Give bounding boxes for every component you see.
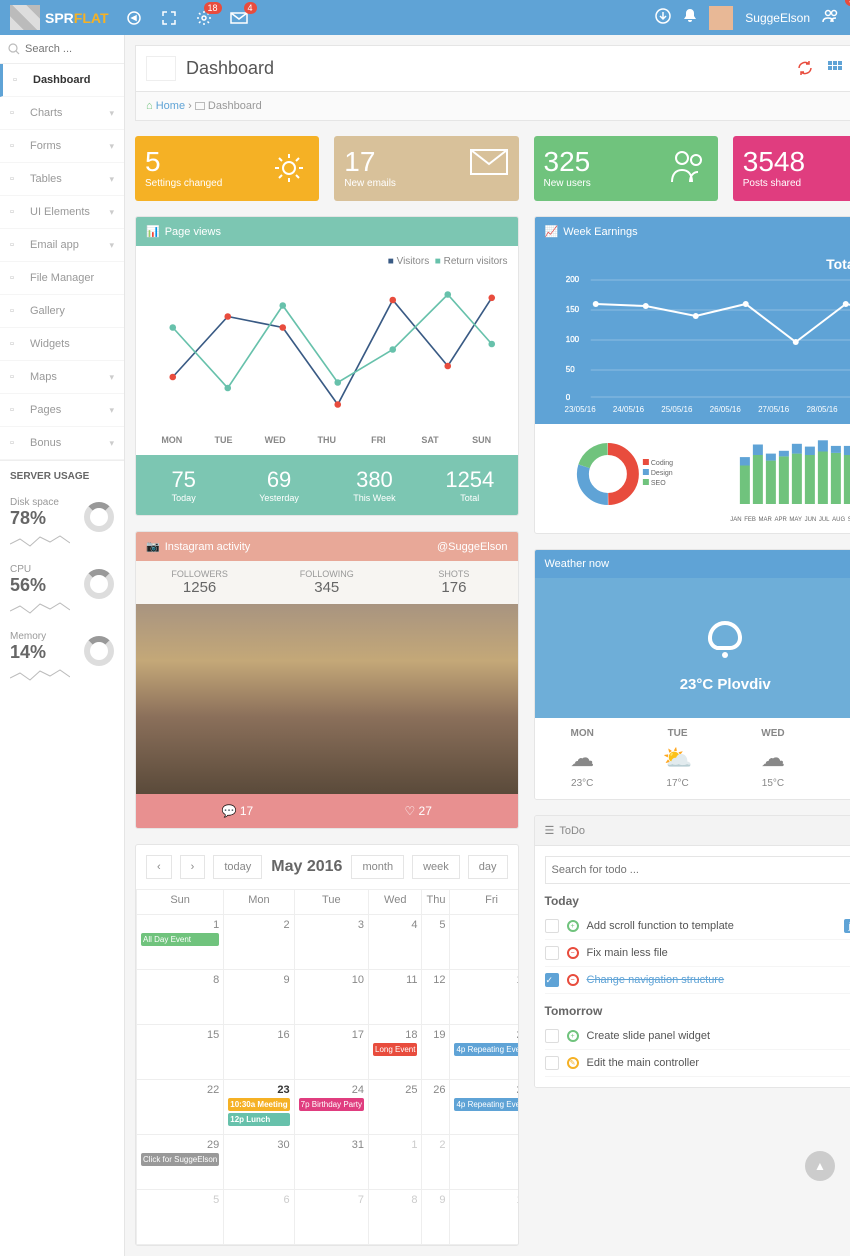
todo-item[interactable]: ✓−Change navigation structurehtml× xyxy=(545,967,850,994)
nav-gallery[interactable]: ▫Gallery xyxy=(0,295,124,328)
refresh-icon[interactable] xyxy=(796,59,816,79)
sidebar: ▫Dashboard▫Charts▾▫Forms▾▫Tables▾▫UI Ele… xyxy=(0,35,125,1256)
server-usage-head: SERVER USAGE xyxy=(0,460,124,492)
nav-tables[interactable]: ▫Tables▾ xyxy=(0,163,124,196)
todo-checkbox[interactable] xyxy=(545,1056,559,1070)
instagram-bar: 💬 17 ♡ 27 xyxy=(136,794,518,828)
donut-chart: Coding Design SEO xyxy=(545,434,721,523)
main-content: Dashboard ⌂ Home › Dashboard 5Settings c… xyxy=(125,35,850,1256)
svg-text:150: 150 xyxy=(565,305,579,314)
calendar-panel: ‹ › today May 2016 month week day SunMon… xyxy=(135,844,519,1246)
avatar[interactable] xyxy=(709,6,733,30)
weather-day: TUE⛅17°C xyxy=(630,718,725,799)
todo-search-input[interactable] xyxy=(545,856,850,884)
calendar-grid[interactable]: SunMonTueWedThuFriSat 1All Day Event2345… xyxy=(136,889,519,1245)
nav-bonus[interactable]: ▫Bonus▾ xyxy=(0,427,124,460)
nav-pages[interactable]: ▫Pages▾ xyxy=(0,394,124,427)
todo-checkbox[interactable] xyxy=(545,919,559,933)
tile-new-emails[interactable]: 17New emails xyxy=(334,136,518,201)
earnings-chart: 200 150 100 50 0 xyxy=(545,272,850,402)
nav-widgets[interactable]: ▫Widgets xyxy=(0,328,124,361)
nav-email-app[interactable]: ▫Email app▾ xyxy=(0,229,124,262)
username[interactable]: SuggeElson xyxy=(745,11,810,25)
weather-panel: Weather now 23°C Plovdiv MON☁23°CTUE⛅17°… xyxy=(534,549,850,800)
search-input[interactable] xyxy=(25,43,105,55)
logo-icon xyxy=(10,5,40,30)
friends-icon[interactable]: 3 xyxy=(822,9,840,26)
collapse-icon[interactable] xyxy=(124,8,144,28)
crumb-home[interactable]: Home xyxy=(156,100,185,112)
page-icon xyxy=(146,56,176,81)
instagram-panel: 📷Instagram activity@SuggeElson FOLLOWERS… xyxy=(135,531,519,829)
weather-day: THU⛅18°C xyxy=(821,718,850,799)
instagram-photo xyxy=(136,604,518,794)
svg-text:50: 50 xyxy=(565,365,574,374)
settings-icon[interactable]: 18 xyxy=(194,8,214,28)
search-box[interactable] xyxy=(0,35,124,64)
tile-posts-shared[interactable]: 3548Posts shared xyxy=(733,136,850,201)
page-header: Dashboard xyxy=(135,45,850,92)
bar-chart: JANFEBMARAPRMAYJUNJULAUGSEPOCTNOVDEC xyxy=(730,434,850,523)
comments-count[interactable]: 💬 17 xyxy=(222,804,254,818)
usage-cpu: CPU56% xyxy=(0,559,124,626)
page-title: Dashboard xyxy=(186,58,796,79)
todo-item[interactable]: ✎Edit the main controllerphp× xyxy=(545,1050,850,1077)
top-left-icons: 18 4 xyxy=(124,8,249,28)
nav-dashboard[interactable]: ▫Dashboard xyxy=(0,64,124,97)
earnings-panel: 📈Week Earnings Total: $1085 200 150 100 … xyxy=(534,216,850,534)
todo-checkbox[interactable] xyxy=(545,1029,559,1043)
svg-text:Coding: Coding xyxy=(650,460,672,467)
pageviews-chart xyxy=(146,267,508,432)
svg-text:Design: Design xyxy=(650,470,672,477)
cal-today[interactable]: today xyxy=(213,855,262,879)
cal-next[interactable]: › xyxy=(180,855,206,879)
usage-memory: Memory14% xyxy=(0,626,124,693)
cal-month[interactable]: month xyxy=(351,855,404,879)
todo-checkbox[interactable] xyxy=(545,946,559,960)
cal-week[interactable]: week xyxy=(412,855,460,879)
svg-text:200: 200 xyxy=(565,275,579,284)
tile-settings-changed[interactable]: 5Settings changed xyxy=(135,136,319,201)
top-right: 5 SuggeElson 3 xyxy=(655,6,840,30)
svg-text:SEO: SEO xyxy=(650,480,665,487)
nav-charts[interactable]: ▫Charts▾ xyxy=(0,97,124,130)
weather-icon xyxy=(695,603,755,663)
todo-item[interactable]: +Add scroll function to templatejavascri… xyxy=(545,913,850,940)
brand: SPRFLAT xyxy=(45,10,109,26)
mail-icon[interactable]: 4 xyxy=(229,8,249,28)
breadcrumb: ⌂ Home › Dashboard xyxy=(135,92,850,121)
pageviews-panel: 📊Page views ■ Visitors ■ Return visitors… xyxy=(135,216,519,516)
todo-checkbox[interactable]: ✓ xyxy=(545,973,559,987)
nav-maps[interactable]: ▫Maps▾ xyxy=(0,361,124,394)
svg-text:0: 0 xyxy=(565,393,570,402)
weather-day: WED☁15°C xyxy=(725,718,820,799)
todo-panel: ☰ ToDo + Today+Add scroll function to te… xyxy=(534,815,850,1088)
nav-ui-elements[interactable]: ▫UI Elements▾ xyxy=(0,196,124,229)
panel-header: 📷Instagram activity@SuggeElson xyxy=(136,532,518,561)
tile-new-users[interactable]: 325New users xyxy=(534,136,718,201)
scroll-top-button[interactable]: ▲ xyxy=(805,1151,835,1181)
nav-forms[interactable]: ▫Forms▾ xyxy=(0,130,124,163)
search-icon xyxy=(8,43,20,55)
weather-day: MON☁23°C xyxy=(535,718,630,799)
apps-icon[interactable] xyxy=(826,59,846,79)
download-icon[interactable] xyxy=(655,8,671,27)
bell-icon[interactable]: 5 xyxy=(683,8,697,27)
nav-file-manager[interactable]: ▫File Manager xyxy=(0,262,124,295)
cal-title: May 2016 xyxy=(270,858,343,876)
panel-header: 📊Page views xyxy=(136,217,518,246)
topbar: SPRFLAT 18 4 5 SuggeElson 3 xyxy=(0,0,850,35)
cal-day[interactable]: day xyxy=(468,855,508,879)
fullscreen-icon[interactable] xyxy=(159,8,179,28)
usage-disk-space: Disk space78% xyxy=(0,492,124,559)
likes-count[interactable]: ♡ 27 xyxy=(404,804,431,818)
svg-text:100: 100 xyxy=(565,335,579,344)
cal-prev[interactable]: ‹ xyxy=(146,855,172,879)
todo-item[interactable]: +Create slide panel widgetcss× xyxy=(545,1023,850,1050)
todo-item[interactable]: −Fix main less fileless× xyxy=(545,940,850,967)
